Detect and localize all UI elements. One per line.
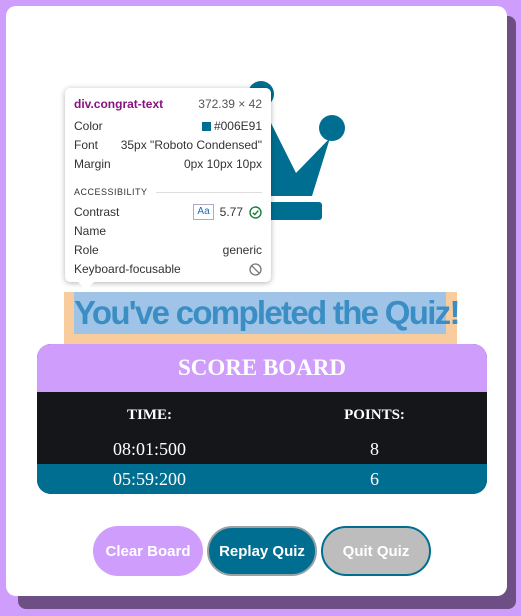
tooltip-margin-label: Margin xyxy=(74,157,111,171)
devtools-inspect-tooltip: div.congrat-text 372.39 × 42 Color #006E… xyxy=(65,88,271,290)
quiz-end-card: You've completed the Quiz! SCORE BOARD T… xyxy=(6,6,507,596)
score-row: 05:59:200 6 xyxy=(37,464,487,494)
score-board-title: SCORE BOARD xyxy=(37,344,487,392)
tooltip-color-row: Color #006E91 xyxy=(74,118,262,134)
tooltip-name-label: Name xyxy=(74,224,107,238)
blocked-circle-icon xyxy=(249,262,262,276)
clear-board-button[interactable]: Clear Board xyxy=(93,526,203,576)
tooltip-role-label: Role xyxy=(74,243,99,257)
tooltip-font-value: 35px "Roboto Condensed" xyxy=(120,138,262,152)
tooltip-color-value: #006E91 xyxy=(213,119,262,133)
tooltip-role-value: generic xyxy=(222,243,262,257)
congrat-text: You've completed the Quiz! xyxy=(74,294,460,331)
score-time: 08:01:500 xyxy=(112,438,186,459)
column-header-time: TIME: xyxy=(127,406,172,423)
tooltip-header: div.congrat-text 372.39 × 42 xyxy=(74,96,262,112)
color-swatch-icon xyxy=(201,122,211,131)
score-board-header-row: TIME: POINTS: xyxy=(37,392,487,434)
tooltip-focusable-row: Keyboard-focusable xyxy=(74,261,262,277)
tooltip-name-row: Name xyxy=(74,223,262,239)
check-circle-icon xyxy=(249,205,262,219)
tooltip-selector: div.congrat-text xyxy=(74,97,164,111)
tooltip-color-label: Color xyxy=(74,119,103,133)
tooltip-contrast-value: 5.77 xyxy=(219,205,243,219)
tooltip-font-row: Font 35px "Roboto Condensed" xyxy=(74,137,262,153)
score-board: SCORE BOARD TIME: POINTS: 08:01:500 8 05… xyxy=(37,344,487,494)
score-row: 08:01:500 8 xyxy=(37,434,487,464)
score-time: 05:59:200 xyxy=(112,468,186,489)
tooltip-accessibility-heading: ACCESSIBILITY xyxy=(74,185,262,199)
tooltip-color-value-wrap: #006E91 xyxy=(201,119,262,133)
replay-quiz-button[interactable]: Replay Quiz xyxy=(207,526,317,576)
score-points: 6 xyxy=(370,468,379,489)
tooltip-focusable-label: Keyboard-focusable xyxy=(74,262,181,276)
tooltip-margin-row: Margin 0px 10px 10px xyxy=(74,156,262,172)
column-header-points: POINTS: xyxy=(344,406,405,423)
tooltip-contrast-row: Contrast Aa 5.77 xyxy=(74,204,262,220)
tooltip-role-row: Role generic xyxy=(74,242,262,258)
contrast-aa-badge: Aa xyxy=(193,204,214,220)
tooltip-font-label: Font xyxy=(74,138,99,152)
tooltip-contrast-value-wrap: Aa 5.77 xyxy=(193,204,262,220)
tooltip-margin-value: 0px 10px 10px xyxy=(183,157,262,171)
congrat-margin-highlight: You've completed the Quiz! xyxy=(64,292,460,344)
tooltip-size: 372.39 × 42 xyxy=(198,97,262,111)
congrat-content-highlight: You've completed the Quiz! xyxy=(74,292,460,334)
quit-quiz-button[interactable]: Quit Quiz xyxy=(321,526,431,576)
tooltip-contrast-label: Contrast xyxy=(74,205,120,219)
score-points: 8 xyxy=(370,438,379,459)
